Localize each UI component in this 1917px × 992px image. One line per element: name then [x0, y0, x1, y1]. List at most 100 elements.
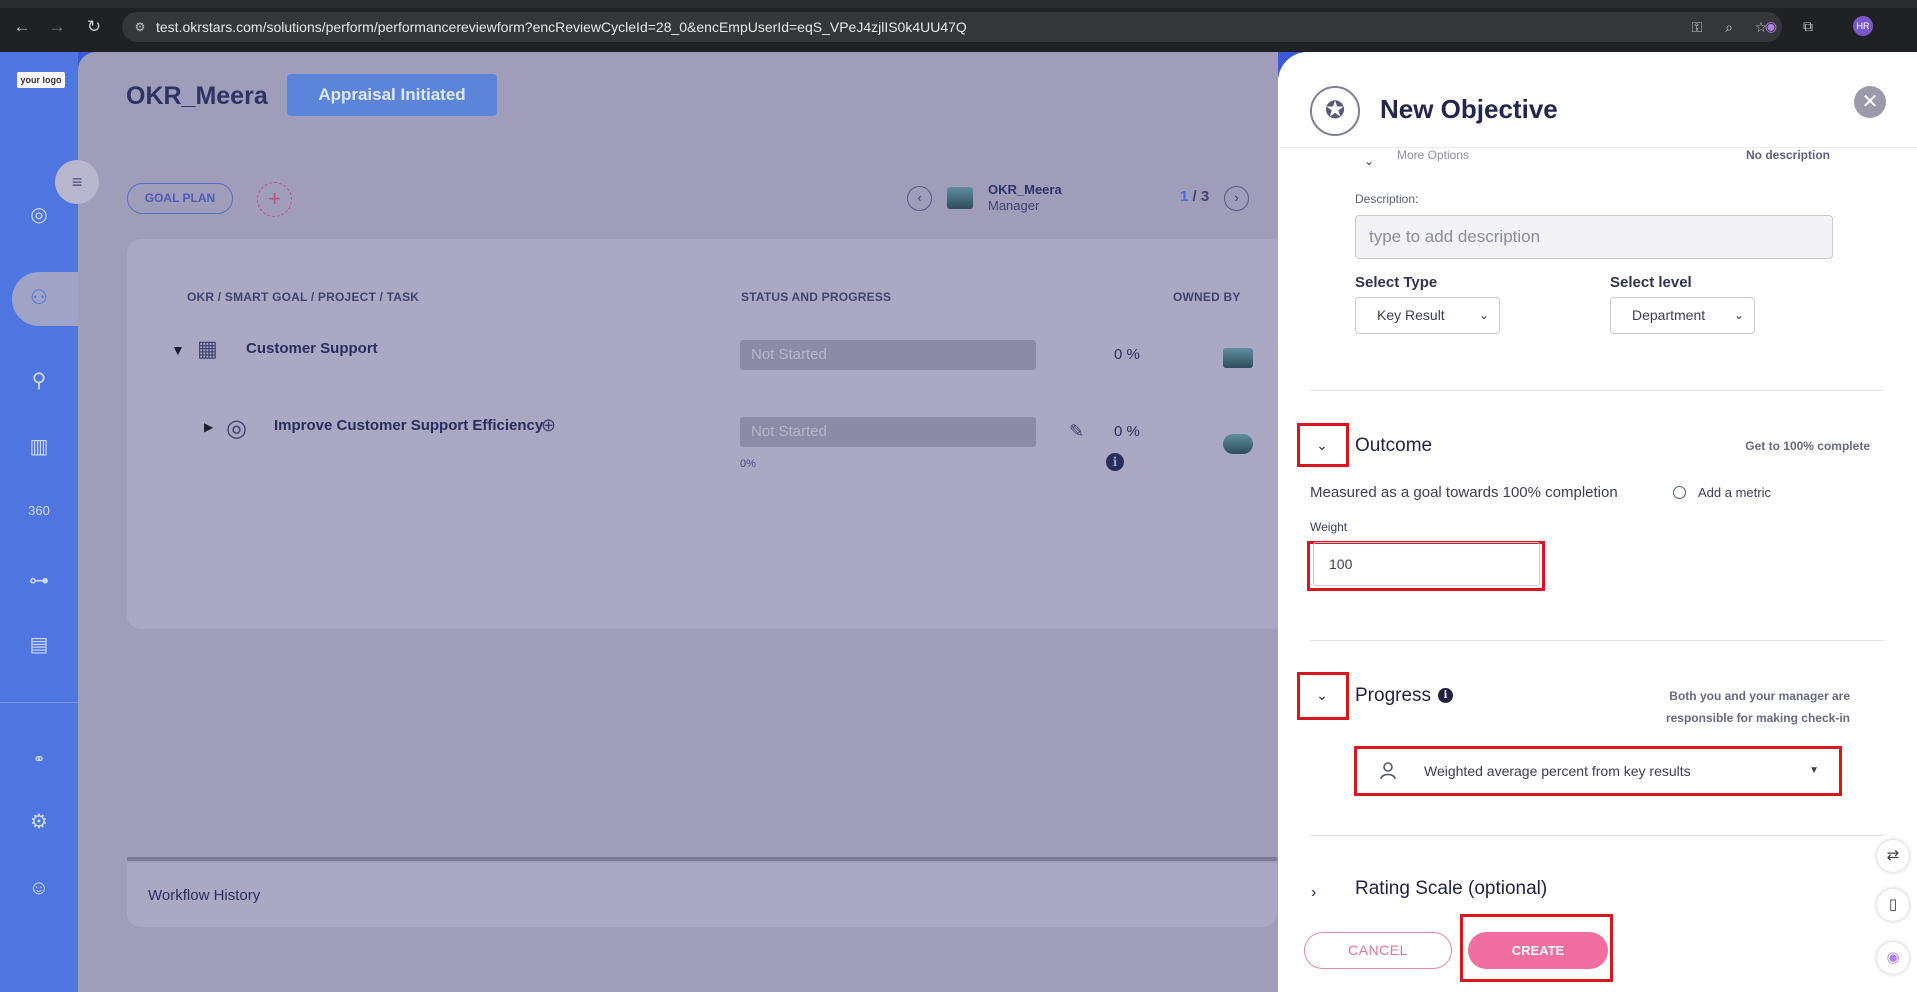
page-title: OKR_Meera	[126, 82, 268, 110]
column-header-status: STATUS AND PROGRESS	[741, 290, 892, 304]
book-icon[interactable]: ▥	[24, 432, 54, 462]
settings-icon[interactable]: ⚙	[24, 807, 54, 837]
expand-arrow-icon[interactable]: ▶	[204, 420, 213, 434]
owner-avatar	[1223, 434, 1253, 454]
target-icon: ◎	[226, 415, 247, 442]
row-percent: 0 %	[1114, 346, 1140, 363]
rating-chevron-icon[interactable]: ›	[1311, 884, 1316, 902]
target-icon[interactable]: ◎	[24, 200, 54, 230]
company-logo: your logo	[17, 72, 65, 88]
outcome-chevron-icon[interactable]: ⌄	[1311, 434, 1333, 456]
progress-title: Progress i	[1355, 685, 1454, 707]
select-level-dropdown[interactable]: Department ⌄	[1610, 297, 1755, 334]
back-icon[interactable]: ←	[12, 17, 32, 37]
panel-title: New Objective	[1380, 94, 1558, 124]
section-divider	[127, 857, 1277, 861]
more-options-label[interactable]: More Options	[1397, 148, 1469, 162]
workflow-history-label: Workflow History	[148, 887, 261, 904]
progress-method-dropdown[interactable]: Weighted average percent from key result…	[1357, 749, 1839, 793]
column-header-owner: OWNED BY	[1173, 290, 1241, 304]
forward-icon[interactable]: →	[47, 17, 67, 37]
edit-document-icon[interactable]: ✎	[1069, 421, 1084, 442]
create-button[interactable]: CREATE	[1468, 932, 1608, 969]
info-icon[interactable]: i	[1438, 688, 1454, 704]
password-key-icon[interactable]: ⚿	[1688, 18, 1706, 36]
page-counter: 1 / 3	[1180, 188, 1209, 205]
integration-icon[interactable]: ⚭	[24, 745, 54, 775]
zoom-icon[interactable]: ⌕	[1720, 18, 1738, 36]
progress-chevron-icon[interactable]: ⌄	[1311, 684, 1333, 706]
select-type-dropdown[interactable]: Key Result ⌄	[1355, 297, 1500, 334]
select-type-value: Key Result	[1377, 307, 1445, 323]
status-bar: Not Started	[740, 340, 1036, 370]
row-percent-value: 0	[1114, 423, 1123, 440]
caret-down-icon: ▼	[1809, 765, 1819, 776]
workflow-history-section[interactable]: Workflow History	[127, 863, 1277, 927]
browser-toolbar: ← → ↻ ⚙ test.okrstars.com/solutions/perf…	[0, 0, 1917, 52]
address-bar[interactable]: ⚙ test.okrstars.com/solutions/perform/pe…	[122, 12, 1782, 42]
profile-avatar[interactable]: HR	[1853, 16, 1873, 36]
add-goal-icon[interactable]: +	[257, 182, 292, 217]
manager-name: OKR_Meera	[988, 182, 1062, 197]
manager-avatar	[947, 187, 973, 209]
page-current: 1	[1180, 188, 1189, 205]
rating-scale-title: Rating Scale (optional)	[1355, 878, 1548, 899]
chevron-down-icon[interactable]: ⌄	[1358, 150, 1380, 172]
reader-book-icon[interactable]: ▯	[1877, 889, 1909, 921]
tab-strip	[0, 0, 1917, 8]
section-divider	[1310, 835, 1885, 836]
info-icon[interactable]: i	[1106, 453, 1124, 471]
section-divider	[1310, 390, 1885, 391]
outcome-measured-text: Measured as a goal towards 100% completi…	[1310, 484, 1618, 501]
site-info-icon[interactable]: ⚙	[132, 19, 148, 35]
column-header-task: OKR / SMART GOAL / PROJECT / TASK	[187, 290, 420, 304]
support-icon[interactable]: ☺	[24, 873, 54, 903]
next-employee-icon[interactable]: ›	[1224, 186, 1249, 211]
description-input[interactable]: type to add description	[1355, 215, 1833, 259]
collapse-sidebar-icon[interactable]: ≡	[55, 160, 99, 204]
outcome-note: Get to 100% complete	[1745, 439, 1870, 453]
add-metric-radio[interactable]	[1673, 486, 1686, 499]
goal-plan-button[interactable]: GOAL PLAN	[127, 183, 233, 214]
user-icon	[1380, 762, 1396, 780]
description-label: Description:	[1355, 192, 1419, 206]
hierarchy-icon[interactable]: ⊶	[24, 566, 54, 596]
url-text[interactable]: test.okrstars.com/solutions/perform/perf…	[156, 19, 967, 35]
sidebar-divider	[0, 702, 78, 703]
review-360-icon[interactable]: 360	[24, 496, 54, 526]
no-description-label: No description	[1746, 148, 1831, 162]
extensions-puzzle-icon[interactable]: ⧉	[1798, 16, 1818, 36]
row-percent-value: 0	[1114, 346, 1123, 363]
row-progress-text: 0%	[740, 458, 756, 470]
row-name[interactable]: Customer Support	[246, 340, 378, 357]
section-divider	[1310, 640, 1885, 641]
task-list-icon: ▦	[197, 336, 218, 361]
row-percent-unit: %	[1126, 346, 1140, 363]
expand-arrow-icon[interactable]: ▼	[171, 342, 185, 358]
select-level-value: Department	[1632, 307, 1706, 323]
weight-input[interactable]: 100	[1313, 542, 1540, 586]
select-level-label: Select level	[1610, 274, 1692, 291]
translate-icon[interactable]: ⇄	[1877, 840, 1909, 872]
progress-method-value: Weighted average percent from key result…	[1424, 763, 1691, 779]
owner-avatar	[1223, 348, 1253, 368]
globe-icon: ⊕	[541, 415, 557, 435]
progress-note-line1: Both you and your manager are	[1669, 689, 1850, 703]
add-metric-label[interactable]: Add a metric	[1698, 485, 1771, 500]
team-icon[interactable]: ⚇	[24, 283, 54, 313]
prev-employee-icon[interactable]: ‹	[907, 186, 932, 211]
report-icon[interactable]: ▤	[24, 630, 54, 660]
row-percent: 0 %	[1114, 423, 1140, 440]
weight-label: Weight	[1310, 520, 1348, 534]
row-percent-unit: %	[1126, 423, 1140, 440]
appraisal-status-button[interactable]: Appraisal Initiated	[287, 74, 497, 116]
person-icon[interactable]: ⚲	[24, 366, 54, 396]
cancel-button[interactable]: CANCEL	[1304, 932, 1452, 969]
select-type-label: Select Type	[1355, 274, 1438, 291]
reload-icon[interactable]: ↻	[84, 17, 104, 37]
extension-brain-icon[interactable]: ◉	[1761, 16, 1781, 36]
row-name[interactable]: Improve Customer Support Efficiency	[274, 417, 543, 434]
assistant-brain-icon[interactable]: ◉	[1877, 942, 1909, 974]
close-icon[interactable]: ✕	[1854, 86, 1886, 118]
objective-star-icon: ✪	[1310, 86, 1360, 136]
